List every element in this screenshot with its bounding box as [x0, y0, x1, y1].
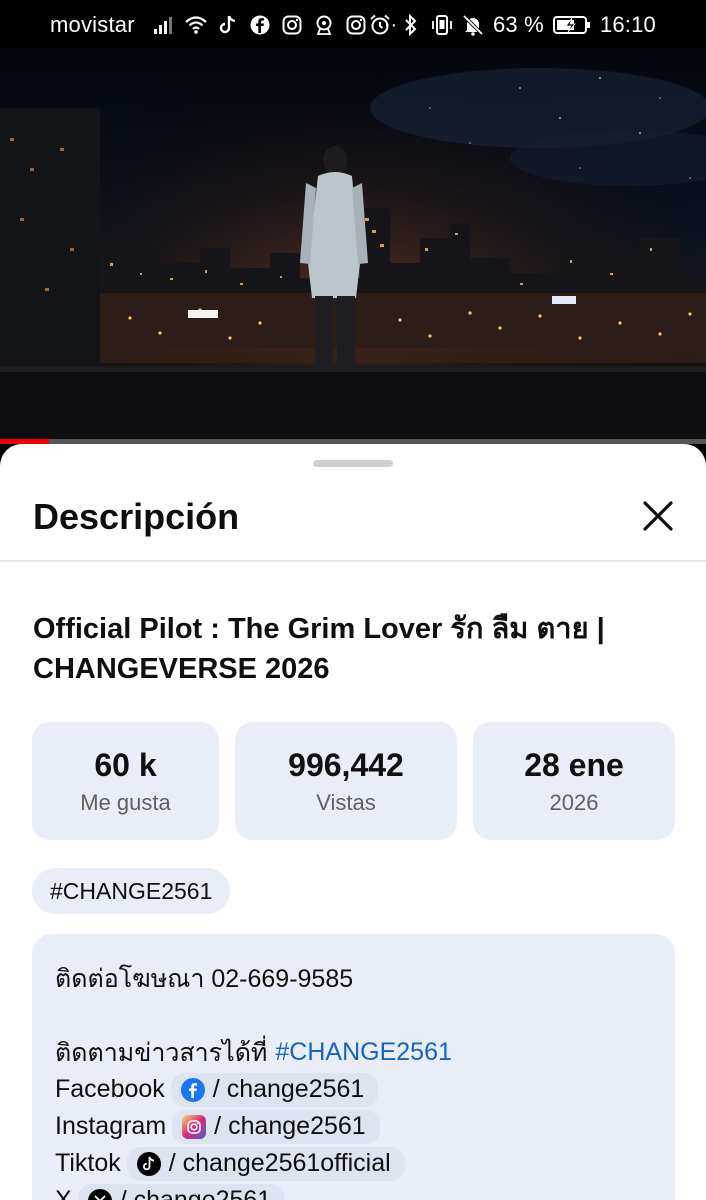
- tiktok-icon: [217, 14, 239, 36]
- x-icon: [87, 1188, 112, 1200]
- bluetooth-icon: [400, 14, 422, 36]
- follow-hashtag-link[interactable]: #CHANGE2561: [275, 1038, 451, 1067]
- social-line-tiktok: Tiktok / change2561official: [55, 1145, 652, 1182]
- close-button[interactable]: [638, 496, 678, 536]
- social-line-instagram: Instagram / change2561: [55, 1108, 652, 1145]
- carrier-name: movistar: [50, 12, 135, 37]
- follow-text: ติดตามข่าวสารได้ที่: [55, 1038, 268, 1067]
- hashtag-chip[interactable]: #CHANGE2561: [32, 868, 231, 914]
- likes-label: Me gusta: [80, 789, 171, 815]
- views-count: 996,442: [288, 746, 404, 783]
- tiktok-link[interactable]: / change2561official: [126, 1146, 405, 1181]
- wifi-icon: [184, 14, 207, 36]
- social-platform: Facebook: [55, 1075, 165, 1103]
- x-handle: / change2561: [119, 1186, 272, 1200]
- instagram-link[interactable]: / change2561: [172, 1109, 380, 1144]
- video-frame-image: [0, 48, 706, 441]
- contact-line: ติดต่อโฆษณา 02-669-9585: [55, 964, 354, 993]
- close-icon: [643, 501, 673, 531]
- battery-charging-icon: [552, 14, 591, 36]
- upload-date: 28 ene: [524, 746, 624, 783]
- social-line-facebook: Facebook / change2561: [55, 1071, 652, 1108]
- likes-count: 60 k: [94, 746, 157, 783]
- drag-handle[interactable]: [313, 460, 393, 467]
- alarm-icon: [369, 14, 391, 36]
- date-stat: 28 ene 2026: [473, 722, 675, 840]
- mute-bell-icon: [462, 14, 484, 36]
- sheet-header: Descripción: [0, 474, 706, 562]
- tiktok-handle: / change2561official: [168, 1149, 391, 1177]
- follow-line: ติดตามข่าวสารได้ที่ #CHANGE2561: [55, 1034, 652, 1071]
- facebook-link[interactable]: / change2561: [170, 1072, 379, 1107]
- description-body: ติดต่อโฆษณา 02-669-9585 ติดตามข่าวสารได้…: [32, 934, 675, 1200]
- upload-year: 2026: [549, 789, 599, 815]
- video-title: Official Pilot : The Grim Lover รัก ลืม …: [33, 613, 605, 685]
- facebook-icon: [249, 14, 271, 36]
- facebook-handle: / change2561: [212, 1075, 365, 1103]
- vibrate-icon: [431, 14, 453, 36]
- battery-percent: 63 %: [492, 12, 544, 37]
- social-platform: X: [55, 1186, 72, 1200]
- social-platform: Tiktok: [55, 1149, 121, 1177]
- clock-time: 16:10: [599, 12, 656, 37]
- location-pin-icon: [313, 14, 335, 36]
- signal-icon: [153, 14, 175, 36]
- sheet-title: Descripción: [33, 496, 240, 537]
- stats-row: 60 k Me gusta 996,442 Vistas 28 ene 2026: [32, 722, 675, 840]
- views-stat: 996,442 Vistas: [235, 722, 457, 840]
- description-sheet: Descripción Official Pilot : The Grim Lo…: [0, 444, 706, 1200]
- instagram-handle: / change2561: [214, 1112, 366, 1140]
- status-bar: movistar ··· 63 % 16:10: [0, 0, 706, 48]
- instagram-icon: [281, 14, 303, 36]
- views-label: Vistas: [316, 789, 376, 815]
- x-link[interactable]: / change2561: [77, 1183, 286, 1200]
- likes-stat: 60 k Me gusta: [32, 722, 219, 840]
- social-line-x: X / change2561: [55, 1182, 652, 1200]
- tiktok-icon: [136, 1151, 161, 1176]
- social-platform: Instagram: [55, 1112, 167, 1140]
- video-player[interactable]: [0, 48, 706, 441]
- facebook-icon: [180, 1077, 205, 1102]
- instagram-icon: [345, 14, 367, 36]
- instagram-icon: [182, 1114, 207, 1139]
